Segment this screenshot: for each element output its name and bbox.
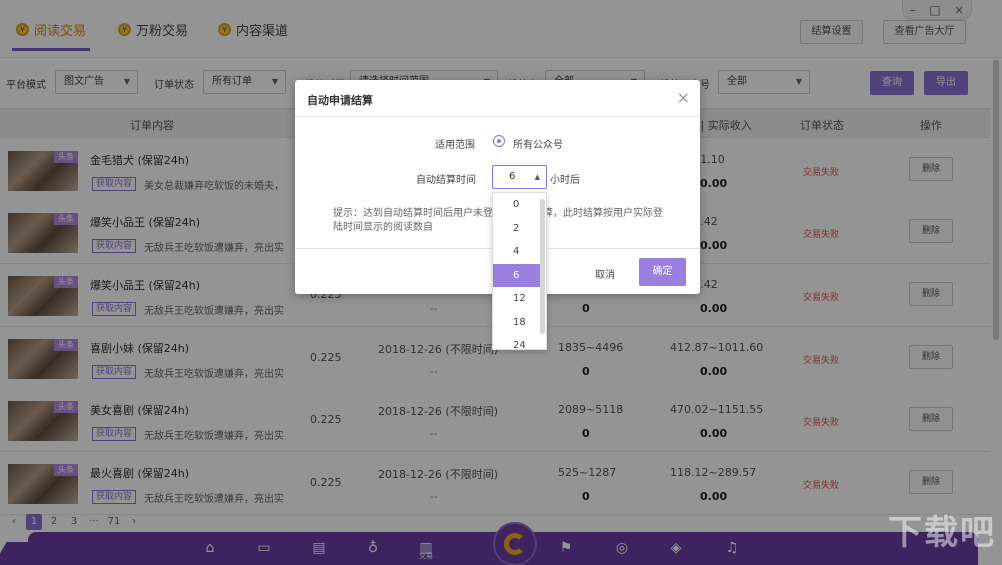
- dialog-title: 自动申请结算: [307, 94, 373, 107]
- watermark: 下载吧: [888, 513, 996, 553]
- hours-value: 6: [509, 171, 516, 182]
- hours-select[interactable]: 6 ▲: [492, 165, 547, 189]
- dropdown-scrollbar[interactable]: [540, 199, 545, 334]
- scope-option-label: 所有公众号: [513, 140, 563, 151]
- hours-option[interactable]: 4: [493, 240, 540, 263]
- hours-option[interactable]: 24: [493, 334, 540, 349]
- divider: [295, 116, 700, 117]
- hours-unit: 小时后: [550, 175, 580, 186]
- scope-label: 适用范围: [435, 140, 475, 151]
- hours-option[interactable]: 0: [493, 193, 540, 216]
- cancel-button[interactable]: 取消: [595, 266, 615, 281]
- hours-option[interactable]: 18: [493, 311, 540, 334]
- caret-up-icon: ▲: [534, 173, 540, 181]
- settle-time-label: 自动结算时间: [416, 175, 476, 186]
- hours-dropdown: 0 2 4 6 12 18 24: [492, 192, 547, 350]
- close-icon[interactable]: ×: [677, 88, 690, 107]
- hours-option[interactable]: 6: [493, 263, 540, 287]
- hours-option[interactable]: 12: [493, 287, 540, 310]
- confirm-button[interactable]: 确定: [639, 258, 686, 286]
- hours-option[interactable]: 2: [493, 217, 540, 240]
- scope-radio[interactable]: [493, 135, 505, 147]
